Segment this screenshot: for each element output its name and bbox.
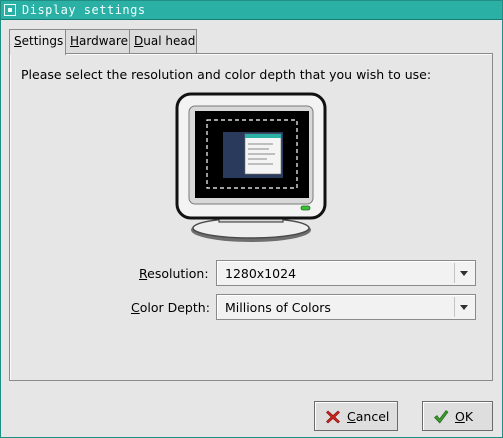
tab-hardware-mnemonic: H — [70, 34, 80, 48]
cancel-mnemonic: C — [347, 409, 356, 424]
color-depth-label-text: olor Depth: — [139, 300, 210, 315]
resolution-mnemonic: R — [139, 266, 148, 281]
cancel-x-icon — [326, 410, 340, 424]
tab-settings[interactable]: Settings — [9, 29, 66, 55]
cancel-label-text: ancel — [355, 409, 390, 424]
chevron-down-icon[interactable] — [454, 263, 473, 283]
monitor-preview-icon — [175, 92, 327, 242]
checkmark-icon — [434, 410, 449, 424]
window-title: Display settings — [22, 3, 146, 17]
ok-label-text: K — [464, 409, 474, 424]
ok-mnemonic: O — [455, 409, 465, 424]
title-bar[interactable]: Display settings — [1, 1, 502, 20]
instruction-text: Please select the resolution and color d… — [21, 67, 432, 82]
tab-settings-mnemonic: S — [14, 34, 22, 48]
color-depth-dropdown[interactable]: Millions of Colors — [216, 294, 476, 320]
chevron-down-icon[interactable] — [454, 297, 473, 317]
tab-dual-head-mnemonic: D — [134, 34, 144, 48]
tab-dual-head-label: ual head — [143, 34, 196, 48]
ok-button[interactable]: OK — [422, 401, 493, 431]
color-depth-mnemonic: C — [131, 300, 140, 315]
color-depth-value: Millions of Colors — [225, 300, 331, 315]
tab-dual-head[interactable]: Dual head — [129, 29, 197, 53]
resolution-value: 1280x1024 — [225, 266, 297, 281]
color-depth-label: Color Depth: — [131, 300, 210, 315]
resolution-dropdown[interactable]: 1280x1024 — [216, 260, 476, 286]
tab-settings-label: ettings — [21, 34, 64, 48]
ok-label: OK — [455, 409, 473, 424]
cancel-label: Cancel — [347, 409, 389, 424]
window-menu-icon[interactable] — [4, 4, 16, 16]
resolution-label-text: esolution: — [147, 266, 209, 281]
tab-hardware-label: ardware — [79, 34, 128, 48]
cancel-button[interactable]: Cancel — [314, 401, 398, 431]
resolution-label: Resolution: — [139, 266, 209, 281]
tab-hardware[interactable]: Hardware — [65, 29, 130, 53]
